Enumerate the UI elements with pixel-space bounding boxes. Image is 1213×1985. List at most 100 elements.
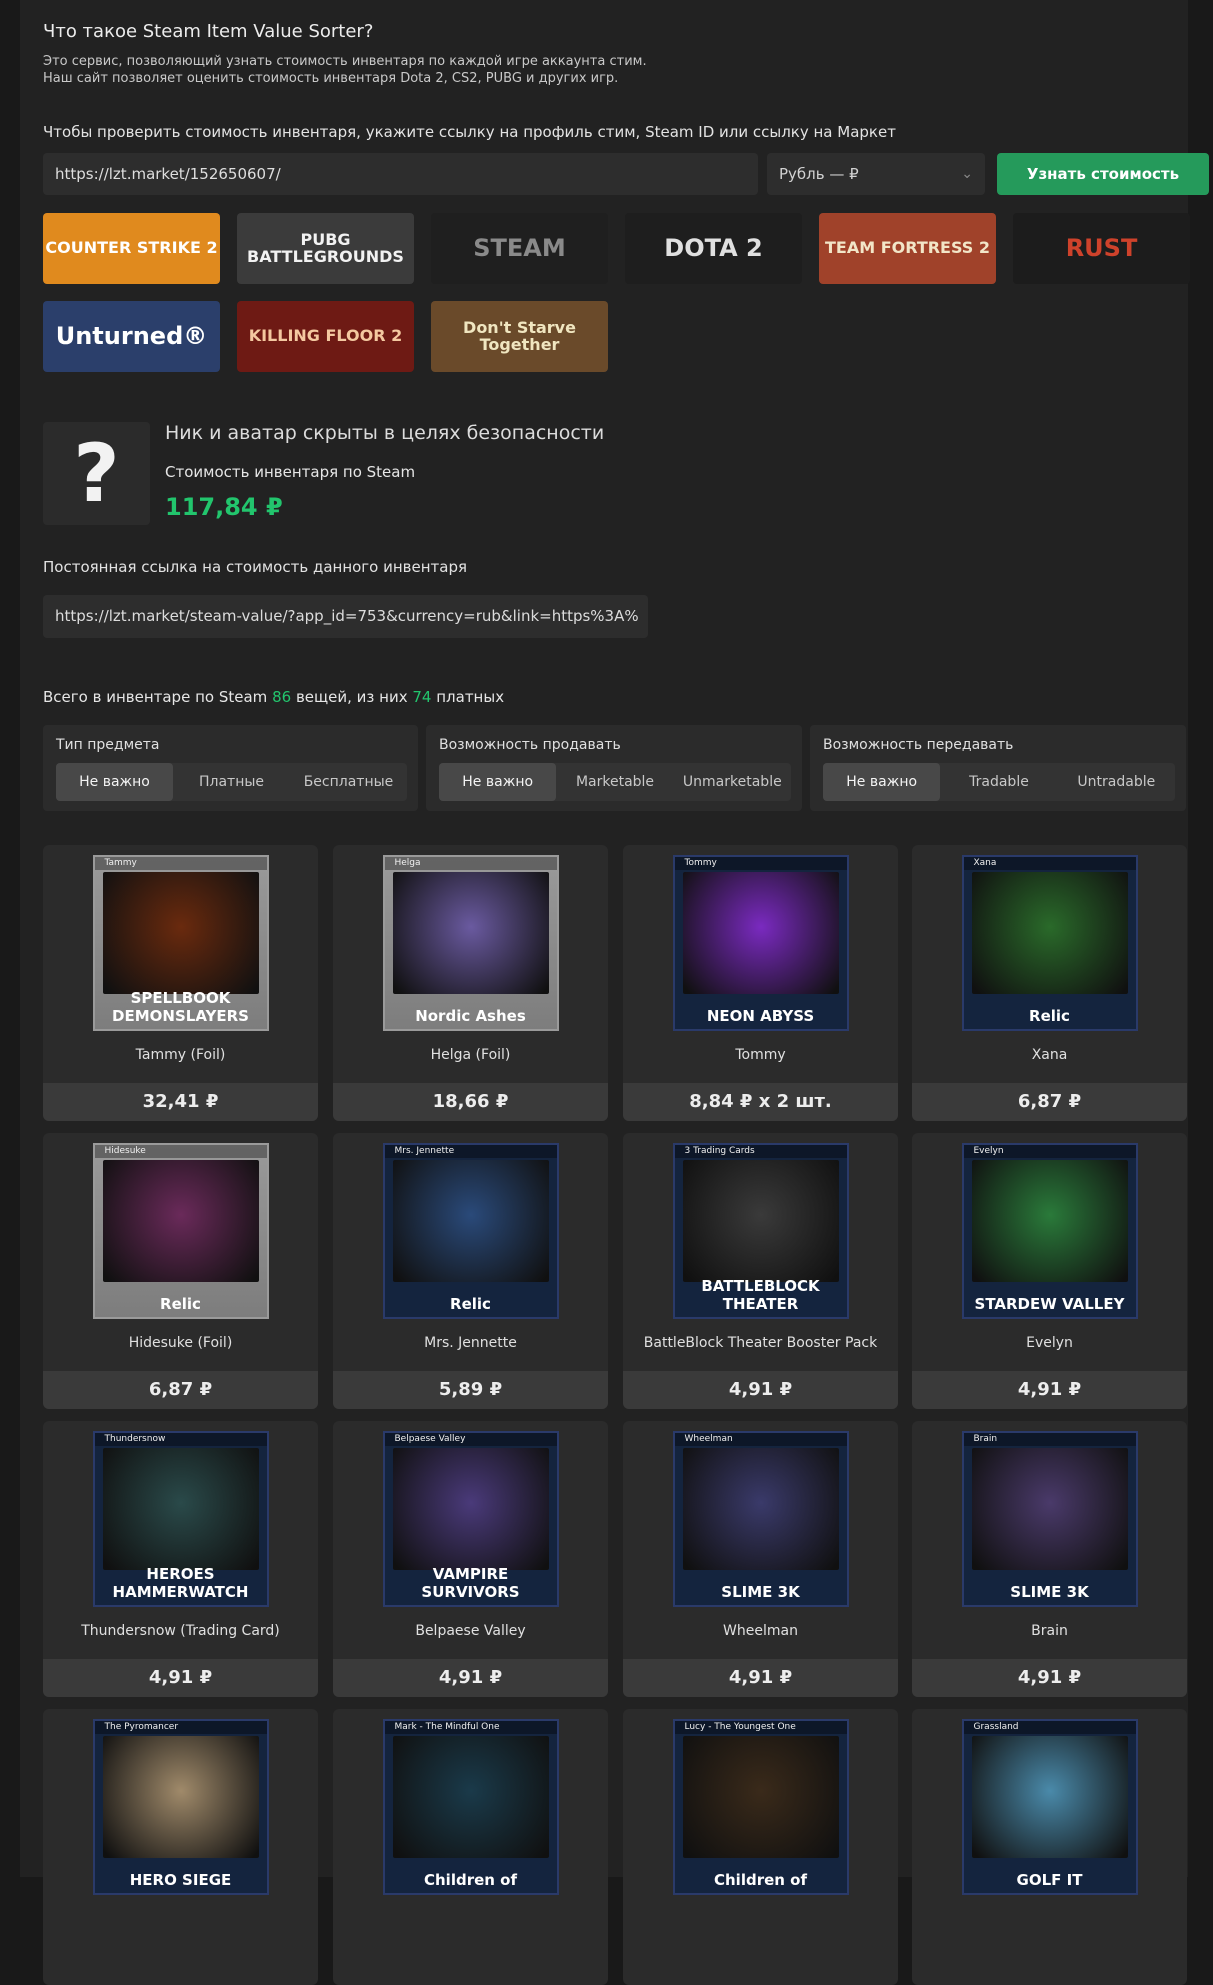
card-label: Tammy <box>94 857 267 870</box>
filter-option[interactable]: Unmarketable <box>674 763 791 801</box>
description-line-1: Это сервис, позволяющий узнать стоимость… <box>43 54 647 69</box>
profile-link-input[interactable] <box>43 153 758 195</box>
permalink-field[interactable]: https://lzt.market/steam-value/?app_id=7… <box>43 595 648 638</box>
card-brand: Relic <box>160 1295 201 1313</box>
link-prompt: Чтобы проверить стоимость инвентаря, ука… <box>43 123 896 141</box>
item-card[interactable]: Evelyn STARDEW VALLEY Evelyn 4,91 ₽ <box>912 1133 1187 1409</box>
filter-group: Возможность передавать Не важно Tradable Un… <box>810 725 1186 811</box>
item-name: Belpaese Valley <box>415 1623 526 1639</box>
item-price: 32,41 ₽ <box>43 1083 318 1121</box>
main-panel: Что такое Steam Item Value Sorter? Это с… <box>20 0 1209 1985</box>
item-card[interactable]: Mark - The Mindful One Children of <box>333 1709 608 1985</box>
card-artwork <box>682 1736 839 1858</box>
card-brand: HEROES HAMMERWATCH <box>112 1565 249 1601</box>
item-card[interactable]: The Pyromancer HERO SIEGE <box>43 1709 318 1985</box>
item-image: Tommy NEON ABYSS <box>672 855 849 1031</box>
game-logo-label: COUNTER STRIKE 2 <box>45 238 218 258</box>
check-value-button[interactable]: Узнать стоимость <box>997 153 1209 195</box>
item-card[interactable]: Grassland GOLF IT <box>912 1709 1187 1985</box>
item-card[interactable]: Belpaese Valley VAMPIRE SURVIVORS Belpaese… <box>333 1421 608 1697</box>
item-card[interactable]: Thundersnow HEROES HAMMERWATCH Thundersnow… <box>43 1421 318 1697</box>
item-name: Thundersnow (Trading Card) <box>81 1623 280 1639</box>
card-brand: SPELLBOOK DEMONSLAYERS <box>112 989 249 1025</box>
item-image: Brain SLIME 3K <box>961 1431 1138 1607</box>
totals-middle: вещей, из них <box>295 688 408 706</box>
card-brand: SLIME 3K <box>721 1583 800 1601</box>
item-price: 4,91 ₽ <box>333 1659 608 1697</box>
item-image: The Pyromancer HERO SIEGE <box>92 1719 269 1895</box>
card-artwork <box>682 1160 839 1282</box>
game-logo[interactable]: Don't Starve Together <box>431 301 608 372</box>
filter-option[interactable]: Не важно <box>823 763 941 801</box>
filter-segmented-control: Не важно Tradable Untradable <box>823 763 1175 801</box>
card-label: Mrs. Jennette <box>384 1145 557 1158</box>
page-title: Что такое Steam Item Value Sorter? <box>43 21 374 42</box>
card-artwork <box>971 1160 1128 1282</box>
game-logo[interactable]: PUBG BATTLEGROUNDS <box>237 213 414 284</box>
game-logo[interactable]: DOTA 2 <box>625 213 802 284</box>
filter-option[interactable]: Tradable <box>940 763 1057 801</box>
filter-option[interactable]: Не важно <box>56 763 173 801</box>
card-artwork <box>971 1736 1128 1858</box>
item-card[interactable]: Hidesuke Relic Hidesuke (Foil) 6,87 ₽ <box>43 1133 318 1409</box>
card-label: Thundersnow <box>94 1433 267 1446</box>
item-image: Wheelman SLIME 3K <box>672 1431 849 1607</box>
inventory-value-label: Стоимость инвентаря по Steam <box>165 463 416 481</box>
item-name: Tammy (Foil) <box>135 1047 226 1063</box>
filter-option[interactable]: Untradable <box>1058 763 1175 801</box>
game-logo[interactable]: STEAM <box>431 213 608 284</box>
card-artwork <box>682 872 839 994</box>
card-artwork <box>102 1736 259 1858</box>
filter-group: Тип предмета Не важно Платные Бесплатные <box>43 725 418 811</box>
currency-select[interactable]: Рубль — ₽ ⌄ <box>767 153 985 195</box>
item-image: Evelyn STARDEW VALLEY <box>961 1143 1138 1319</box>
totals-suffix: платных <box>436 688 505 706</box>
item-name: Evelyn <box>1026 1335 1073 1351</box>
item-name: Xana <box>1031 1047 1068 1063</box>
card-artwork <box>102 1448 259 1570</box>
item-card[interactable]: 3 Trading Cards BATTLEBLOCK THEATER Battle… <box>623 1133 898 1409</box>
card-label: Wheelman <box>674 1433 847 1446</box>
item-image: Mrs. Jennette Relic <box>382 1143 559 1319</box>
filter-option[interactable]: Платные <box>173 763 290 801</box>
card-artwork <box>102 1160 259 1282</box>
card-label: Lucy - The Youngest One <box>674 1721 847 1734</box>
game-logo[interactable]: KILLING FLOOR 2 <box>237 301 414 372</box>
filter-option[interactable]: Marketable <box>556 763 673 801</box>
card-artwork <box>392 1736 549 1858</box>
filter-option[interactable]: Не важно <box>439 763 557 801</box>
item-image: Lucy - The Youngest One Children of <box>672 1719 849 1895</box>
item-price: 4,91 ₽ <box>912 1371 1187 1409</box>
item-card[interactable]: Xana Relic Xana 6,87 ₽ <box>912 845 1187 1121</box>
item-card[interactable]: Tommy NEON ABYSS Tommy 8,84 ₽ x 2 шт. <box>623 845 898 1121</box>
description-line-2: Наш сайт позволяет оценить стоимость инв… <box>43 71 619 86</box>
item-name: Mrs. Jennette <box>424 1335 517 1351</box>
filter-option[interactable]: Бесплатные <box>290 763 407 801</box>
item-price: 6,87 ₽ <box>912 1083 1187 1121</box>
game-logo[interactable]: TEAM FORTRESS 2 <box>819 213 996 284</box>
item-price: 6,87 ₽ <box>43 1371 318 1409</box>
inventory-totals: Всего в инвентаре по Steam 86 вещей, из … <box>43 688 504 706</box>
card-brand: STARDEW VALLEY <box>974 1295 1125 1313</box>
totals-prefix: Всего в инвентаре по Steam <box>43 688 268 706</box>
game-logo-label: KILLING FLOOR 2 <box>248 326 403 346</box>
item-name: BattleBlock Theater Booster Pack <box>643 1335 878 1351</box>
item-card[interactable]: Tammy SPELLBOOK DEMONSLAYERS Tammy (Foil) 3… <box>43 845 318 1121</box>
filter-segmented-control: Не важно Платные Бесплатные <box>56 763 407 801</box>
game-logo[interactable]: Unturned® <box>43 301 220 372</box>
item-card[interactable]: Wheelman SLIME 3K Wheelman 4,91 ₽ <box>623 1421 898 1697</box>
item-card[interactable]: Helga Nordic Ashes Helga (Foil) 18,66 ₽ <box>333 845 608 1121</box>
item-price: 4,91 ₽ <box>912 1659 1187 1697</box>
item-card[interactable]: Brain SLIME 3K Brain 4,91 ₽ <box>912 1421 1187 1697</box>
item-card[interactable]: Mrs. Jennette Relic Mrs. Jennette 5,89 ₽ <box>333 1133 608 1409</box>
profile-nickname: Ник и аватар скрыты в целях безопасности <box>165 422 605 444</box>
card-brand: GOLF IT <box>1016 1871 1083 1889</box>
card-artwork <box>682 1448 839 1570</box>
game-logo[interactable]: RUST <box>1013 213 1190 284</box>
game-logo-label: STEAM <box>473 233 566 262</box>
card-label: Belpaese Valley <box>384 1433 557 1446</box>
card-brand: Children of <box>423 1871 517 1889</box>
game-logo[interactable]: COUNTER STRIKE 2 <box>43 213 220 284</box>
item-image: 3 Trading Cards BATTLEBLOCK THEATER <box>672 1143 849 1319</box>
item-card[interactable]: Lucy - The Youngest One Children of <box>623 1709 898 1985</box>
